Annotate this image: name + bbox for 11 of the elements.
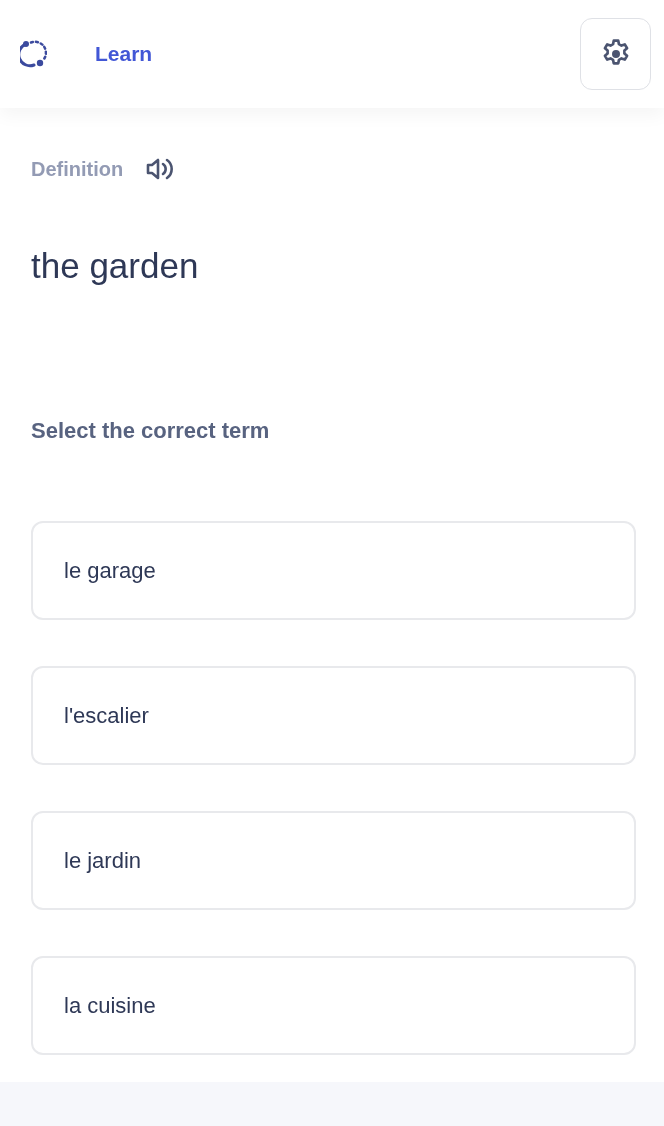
page-title: Learn [95, 41, 153, 68]
instruction-text: Select the correct term [31, 417, 271, 445]
answer-option[interactable]: le jardin [31, 811, 636, 910]
definition-text: the garden [31, 245, 200, 287]
answer-option[interactable]: la cuisine [31, 956, 636, 1055]
settings-button[interactable] [580, 18, 651, 90]
prompt-label: Definition [31, 157, 124, 182]
answer-option[interactable]: le garage [31, 521, 636, 620]
answer-option[interactable]: l'escalier [31, 666, 636, 765]
speaker-icon[interactable] [145, 156, 174, 182]
logo-icon[interactable] [20, 39, 47, 69]
